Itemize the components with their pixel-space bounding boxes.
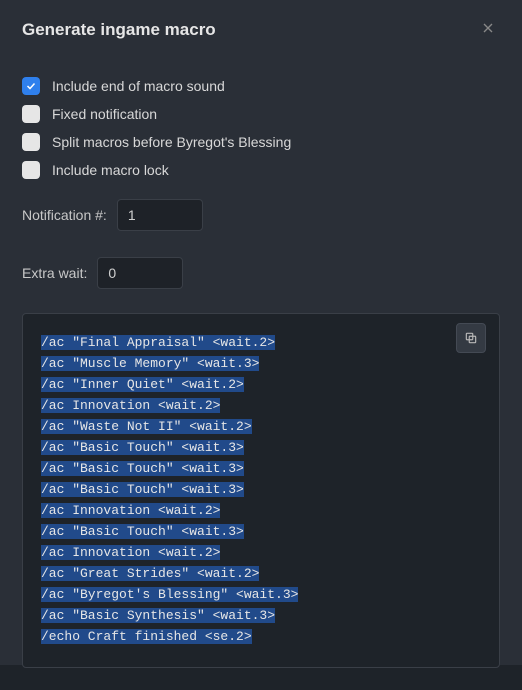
copy-button[interactable] <box>456 323 486 353</box>
extra-wait-input[interactable] <box>97 257 183 289</box>
macro-line: /ac "Inner Quiet" <wait.2> <box>41 374 481 395</box>
checkbox-label[interactable]: Split macros before Byregot's Blessing <box>52 134 291 150</box>
notification-field: Notification #: <box>22 199 500 231</box>
macro-line: /ac "Basic Touch" <wait.3> <box>41 521 481 542</box>
checkbox[interactable] <box>22 77 40 95</box>
check-icon <box>25 80 37 92</box>
generate-macro-dialog: Generate ingame macro Include end of mac… <box>0 0 522 665</box>
macro-line: /ac "Muscle Memory" <wait.3> <box>41 353 481 374</box>
macro-line: /ac Innovation <wait.2> <box>41 542 481 563</box>
checkbox-group: Include end of macro sound Fixed notifica… <box>22 77 500 179</box>
macro-line: /ac "Byregot's Blessing" <wait.3> <box>41 584 481 605</box>
checkbox-label[interactable]: Fixed notification <box>52 106 157 122</box>
checkbox-row: Include macro lock <box>22 161 500 179</box>
checkbox-row: Split macros before Byregot's Blessing <box>22 133 500 151</box>
notification-input[interactable] <box>117 199 203 231</box>
checkbox[interactable] <box>22 133 40 151</box>
checkbox-row: Include end of macro sound <box>22 77 500 95</box>
macro-line: /ac "Basic Synthesis" <wait.3> <box>41 605 481 626</box>
checkbox[interactable] <box>22 161 40 179</box>
copy-icon <box>464 331 478 345</box>
macro-line: /ac Innovation <wait.2> <box>41 500 481 521</box>
macro-line: /ac "Basic Touch" <wait.3> <box>41 458 481 479</box>
macro-line: /ac "Basic Touch" <wait.3> <box>41 437 481 458</box>
checkbox-row: Fixed notification <box>22 105 500 123</box>
macro-line: /ac "Great Strides" <wait.2> <box>41 563 481 584</box>
checkbox-label[interactable]: Include end of macro sound <box>52 78 225 94</box>
macro-line: /ac Innovation <wait.2> <box>41 395 481 416</box>
macro-line: /ac "Basic Touch" <wait.3> <box>41 479 481 500</box>
extra-wait-label: Extra wait: <box>22 265 87 281</box>
macro-line: /ac "Waste Not II" <wait.2> <box>41 416 481 437</box>
checkbox-label[interactable]: Include macro lock <box>52 162 169 178</box>
macro-output[interactable]: /ac "Final Appraisal" <wait.2>/ac "Muscl… <box>22 313 500 668</box>
close-button[interactable] <box>476 16 500 43</box>
dialog-header: Generate ingame macro <box>0 0 522 53</box>
dialog-body: Include end of macro sound Fixed notifica… <box>0 53 522 690</box>
macro-output-container: /ac "Final Appraisal" <wait.2>/ac "Muscl… <box>22 313 500 668</box>
close-icon <box>480 20 496 36</box>
checkbox[interactable] <box>22 105 40 123</box>
macro-line: /echo Craft finished <se.2> <box>41 626 481 647</box>
macro-line: /ac "Final Appraisal" <wait.2> <box>41 332 481 353</box>
dialog-title: Generate ingame macro <box>22 20 216 40</box>
extra-wait-field: Extra wait: <box>22 257 500 289</box>
notification-label: Notification #: <box>22 207 107 223</box>
